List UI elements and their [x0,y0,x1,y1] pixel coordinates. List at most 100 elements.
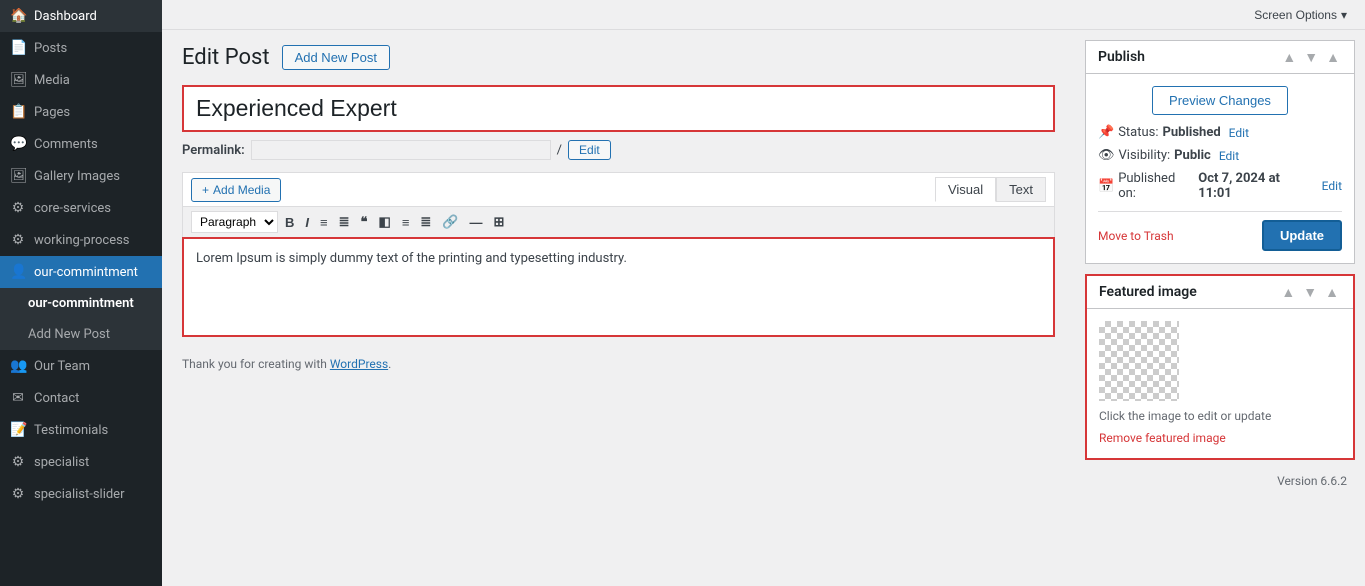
sidebar-item-gallery-images[interactable]: 🖼 Gallery Images [0,160,162,192]
featured-image-placeholder[interactable] [1099,321,1179,401]
status-value: Published [1163,125,1221,140]
publish-metabox-controls: ▲ ▼ ▲ [1280,49,1342,65]
sidebar-item-our-team[interactable]: 👥 Our Team [0,350,162,382]
align-center-button[interactable]: ≡ [398,213,414,232]
right-sidebar: Publish ▲ ▼ ▲ Preview Changes 📌 Status: … [1075,30,1365,586]
our-commintment-icon: 👤 [10,264,26,280]
table-button[interactable]: ⊞ [490,212,509,232]
visual-tab[interactable]: Visual [935,177,996,202]
editor-toolbar: + Add Media Visual Text [182,172,1055,206]
permalink-edit-button[interactable]: Edit [568,140,611,160]
sidebar-submenu-item-our-commintment[interactable]: our-commintment [0,288,162,319]
visibility-edit-link[interactable]: Edit [1219,149,1239,163]
publish-metabox-header: Publish ▲ ▼ ▲ [1086,41,1354,74]
sidebar-submenu-item-add-new-post[interactable]: Add New Post [0,319,162,350]
link-button[interactable]: 🔗 [438,212,462,232]
publish-close-button[interactable]: ▲ [1324,49,1342,65]
chevron-down-icon: ▾ [1341,8,1347,22]
featured-image-metabox-title: Featured image [1099,284,1197,300]
sidebar-item-label: working-process [34,233,130,248]
version-footer: Version 6.6.2 [1085,470,1355,492]
align-left-button[interactable]: ◧ [375,212,395,232]
publish-collapse-down-button[interactable]: ▼ [1302,49,1320,65]
sidebar: 🏠 Dashboard 📄 Posts 🖼 Media 📋 Pages 💬 Co… [0,0,162,586]
published-edit-link[interactable]: Edit [1322,179,1342,193]
sidebar-item-label: Media [34,73,70,88]
pages-icon: 📋 [10,104,26,120]
featured-image-metabox-controls: ▲ ▼ ▲ [1279,284,1341,300]
posts-icon: 📄 [10,40,26,56]
sidebar-item-posts[interactable]: 📄 Posts [0,32,162,64]
footer-text: Thank you for creating with [182,357,327,371]
specialist-icon: ⚙ [10,454,26,470]
visibility-icon: 👁 [1098,148,1115,163]
text-tab[interactable]: Text [996,177,1046,202]
numbered-list-button[interactable]: ≣ [335,212,354,232]
editor-body-text: Lorem Ipsum is simply dummy text of the … [196,251,627,266]
status-edit-link[interactable]: Edit [1229,126,1249,140]
status-icon: 📌 [1098,125,1114,140]
publish-metabox-title: Publish [1098,49,1145,65]
add-media-icon: + [202,183,209,197]
sidebar-item-media[interactable]: 🖼 Media [0,64,162,96]
permalink-url-input[interactable] [251,140,551,160]
calendar-icon: 📅 [1098,179,1114,194]
editor-panel: Edit Post Add New Post Permalink: / Edit… [162,30,1075,586]
our-team-icon: 👥 [10,358,26,374]
format-toolbar: Paragraph B I ≡ ≣ ❝ ◧ ≡ ≣ 🔗 — ⊞ [182,206,1055,237]
content-area: Edit Post Add New Post Permalink: / Edit… [162,30,1365,586]
featured-image-collapse-down-button[interactable]: ▼ [1301,284,1319,300]
featured-image-close-button[interactable]: ▲ [1323,284,1341,300]
editor-footer: Thank you for creating with WordPress. [182,357,1055,371]
main-area: Screen Options ▾ Edit Post Add New Post … [162,0,1365,586]
remove-featured-image-link[interactable]: Remove featured image [1099,431,1226,445]
update-button[interactable]: Update [1262,220,1342,251]
sidebar-item-specialist[interactable]: ⚙ specialist [0,446,162,478]
permalink-label: Permalink: [182,143,245,158]
blockquote-button[interactable]: ❝ [357,212,372,232]
wordpress-link[interactable]: WordPress [330,357,388,371]
sidebar-item-testimonials[interactable]: 📝 Testimonials [0,414,162,446]
preview-changes-button[interactable]: Preview Changes [1152,86,1288,115]
screen-options-button[interactable]: Screen Options ▾ [1246,4,1355,26]
sidebar-item-pages[interactable]: 📋 Pages [0,96,162,128]
featured-image-metabox-body: Click the image to edit or update Remove… [1087,309,1353,458]
sidebar-item-label: Testimonials [34,423,108,438]
version-text: Version 6.6.2 [1277,474,1347,488]
submenu-label: Add New Post [28,327,110,342]
add-new-post-button[interactable]: Add New Post [282,45,390,70]
publish-collapse-up-button[interactable]: ▲ [1280,49,1298,65]
bold-button[interactable]: B [281,213,298,232]
visibility-value: Public [1174,148,1211,163]
working-process-icon: ⚙ [10,232,26,248]
core-services-icon: ⚙ [10,200,26,216]
align-right-button[interactable]: ≣ [416,212,435,232]
sidebar-item-specialist-slider[interactable]: ⚙ specialist-slider [0,478,162,510]
sidebar-item-dashboard[interactable]: 🏠 Dashboard [0,0,162,32]
featured-image-metabox-header: Featured image ▲ ▼ ▲ [1087,276,1353,309]
bullet-list-button[interactable]: ≡ [316,213,332,232]
add-media-button[interactable]: + Add Media [191,178,281,202]
sidebar-item-label: Our Team [34,359,90,374]
gallery-icon: 🖼 [10,168,26,184]
sidebar-item-core-services[interactable]: ⚙ core-services [0,192,162,224]
more-button[interactable]: — [466,213,487,232]
paragraph-select[interactable]: Paragraph [191,211,278,233]
specialist-slider-icon: ⚙ [10,486,26,502]
sidebar-item-working-process[interactable]: ⚙ working-process [0,224,162,256]
featured-image-collapse-up-button[interactable]: ▲ [1279,284,1297,300]
editor-body[interactable]: Lorem Ipsum is simply dummy text of the … [182,237,1055,337]
post-title-input[interactable] [182,85,1055,132]
sidebar-item-comments[interactable]: 💬 Comments [0,128,162,160]
contact-icon: ✉ [10,390,26,406]
published-value: Oct 7, 2024 at 11:01 [1198,171,1313,201]
published-on-row: 📅 Published on: Oct 7, 2024 at 11:01 Edi… [1098,171,1342,201]
published-label: Published on: [1118,171,1194,201]
sidebar-item-our-commintment[interactable]: 👤 our-commintment [0,256,162,288]
sidebar-item-contact[interactable]: ✉ Contact [0,382,162,414]
italic-button[interactable]: I [301,213,313,232]
move-to-trash-link[interactable]: Move to Trash [1098,229,1174,243]
sidebar-item-label: core-services [34,201,111,216]
visual-text-tabs: Visual Text [935,177,1046,202]
permalink-row: Permalink: / Edit [182,140,1055,160]
